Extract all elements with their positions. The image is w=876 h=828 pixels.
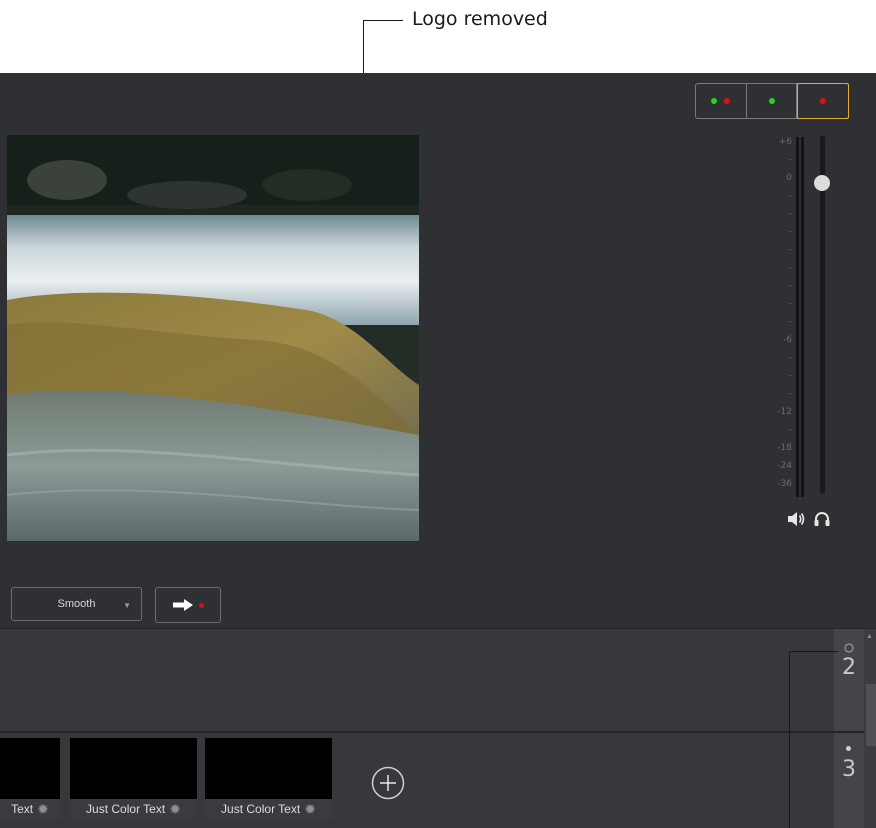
meter-scale-label: 0: [786, 173, 792, 183]
meter-scale-label: -12: [777, 407, 792, 417]
layer-button-preview[interactable]: [747, 84, 798, 118]
speaker-icon[interactable]: [786, 510, 806, 533]
clip-tile[interactable]: Just Color Text ✹: [205, 738, 332, 819]
meter-scale-label: -18: [777, 443, 792, 453]
meter-scale-label: -: [788, 281, 792, 291]
preview-indicator-icon: [711, 98, 718, 104]
chevron-down-icon: ▼: [123, 601, 131, 610]
meter-scale-label: -: [788, 389, 792, 399]
gear-icon[interactable]: ✹: [169, 801, 181, 818]
clip-footer: Just Color Text ✹: [205, 799, 332, 819]
audio-meter-left: [796, 137, 799, 497]
row-number: 3: [842, 757, 856, 782]
add-clip-button[interactable]: [371, 766, 405, 800]
video-preview[interactable]: [7, 135, 419, 541]
clip-label: Just Color Text: [221, 802, 301, 816]
plus-circle-icon: [371, 766, 405, 800]
meter-scale-label: -: [788, 227, 792, 237]
meter-scale-label: +6: [778, 137, 792, 147]
meter-scale-label: -24: [777, 461, 792, 471]
layer-selector: [695, 83, 850, 119]
circle-icon: [844, 643, 854, 653]
chevron-up-icon[interactable]: ▲: [866, 633, 873, 640]
live-indicator-icon: [724, 98, 731, 104]
audio-meter-right: [801, 137, 804, 497]
list-item[interactable]: [0, 629, 834, 731]
transition-select-value: Smooth: [57, 598, 96, 610]
audio-meter-scale: +6 - 0 - - - - - - - - -6 - - - -12 - -18 -24 -36: [760, 137, 792, 497]
live-indicator-icon: [199, 602, 204, 608]
gear-icon[interactable]: ✹: [37, 801, 49, 818]
meter-scale-label: -: [788, 425, 792, 435]
dot-icon: [846, 746, 851, 751]
row-number-cell: 2: [834, 629, 864, 731]
clip-tile[interactable]: Text ✹: [0, 738, 60, 819]
meter-scale-label: -: [788, 155, 792, 165]
clip-footer: Just Color Text ✹: [70, 799, 197, 819]
meter-scale-label: -: [788, 353, 792, 363]
take-transition-button[interactable]: [155, 587, 221, 623]
meter-scale-label: -: [788, 263, 792, 273]
headphone-icon[interactable]: [813, 510, 831, 533]
layer-button-preview-live[interactable]: [696, 84, 747, 118]
meter-scale-label: -: [788, 317, 792, 327]
preview-indicator-icon: [768, 98, 775, 104]
clip-tile[interactable]: Just Color Text ✹: [70, 738, 197, 819]
meter-scale-label: -: [788, 245, 792, 255]
meter-scale-label: -36: [777, 479, 792, 489]
volume-fader-handle[interactable]: [814, 175, 830, 191]
callout-line: [789, 651, 838, 652]
preview-frame-image: [7, 135, 419, 541]
clip-footer: Text ✹: [0, 799, 60, 819]
row-number: 2: [842, 655, 856, 680]
callout-line: [789, 651, 790, 828]
clip-label: Just Color Text: [86, 802, 166, 816]
callout-logo-removed: Logo removed: [412, 8, 548, 30]
transition-select[interactable]: Smooth ▼: [11, 587, 142, 621]
meter-scale-label: -6: [783, 335, 792, 345]
meter-scale-label: -: [788, 191, 792, 201]
callout-line: [363, 20, 403, 21]
live-indicator-icon: [820, 98, 827, 104]
clip-label: Text: [11, 802, 34, 816]
scrollbar-thumb[interactable]: [866, 684, 876, 746]
layer-button-live[interactable]: [797, 83, 850, 119]
meter-scale-label: -: [788, 209, 792, 219]
app-window: +6 - 0 - - - - - - - - -6 - - - -12 - -18 -24 -36 Smooth ▼: [0, 73, 876, 828]
meter-scale-label: -: [788, 299, 792, 309]
row-number-cell: 3: [834, 733, 864, 828]
meter-scale-label: -: [788, 371, 792, 381]
arrow-right-icon: [173, 599, 193, 611]
gear-icon[interactable]: ✹: [304, 801, 316, 818]
